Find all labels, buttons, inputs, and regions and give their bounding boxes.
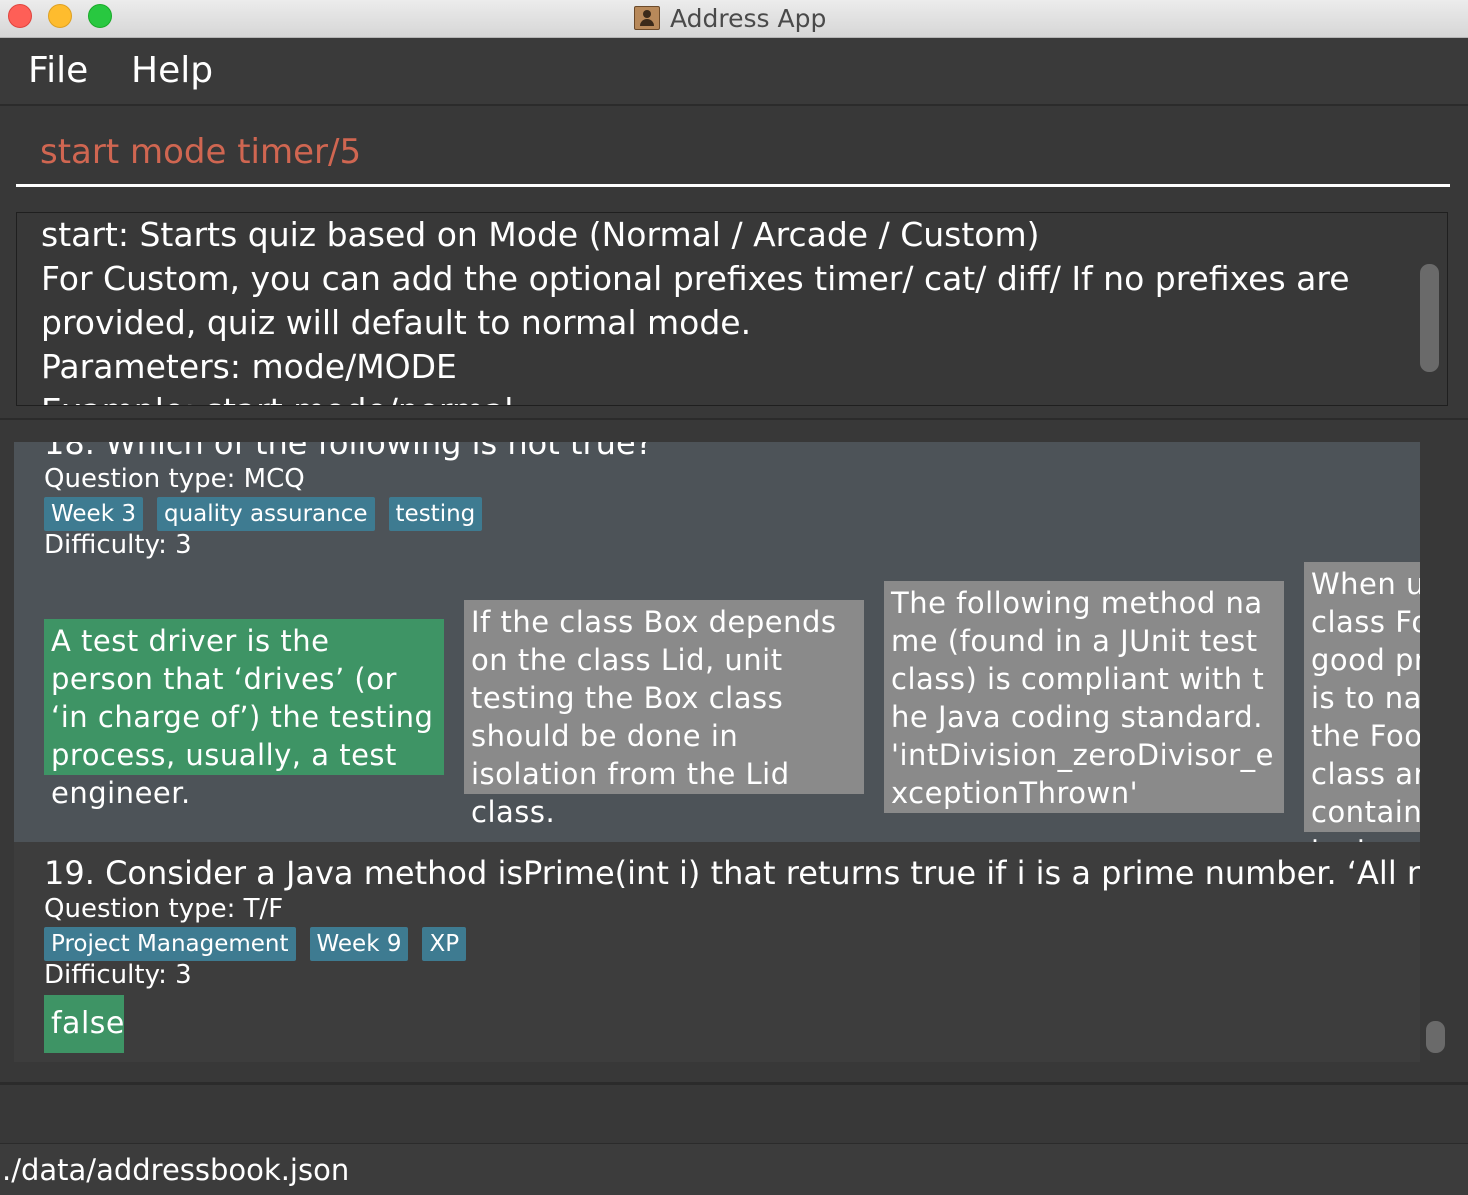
address-book-icon <box>634 6 660 30</box>
result-text: start: Starts quiz based on Mode (Normal… <box>41 213 1371 405</box>
answer-option[interactable]: The following method name (found in a JU… <box>884 581 1284 813</box>
zoom-window-button[interactable] <box>88 4 112 28</box>
command-input[interactable]: start mode timer/5 <box>40 132 361 172</box>
close-window-button[interactable] <box>8 4 32 28</box>
tag-label: Project Management <box>44 927 296 961</box>
question-card[interactable]: 18. Which of the following is not true? … <box>14 442 1420 905</box>
result-display[interactable]: start: Starts quiz based on Mode (Normal… <box>16 212 1448 406</box>
status-file-path: ./data/addressbook.json <box>2 1153 350 1187</box>
result-line: provided, quiz will default to normal mo… <box>41 303 752 342</box>
answer-option[interactable]: When using class Foo, a good practice is… <box>1304 562 1420 905</box>
menu-help[interactable]: Help <box>131 50 213 91</box>
minimize-window-button[interactable] <box>48 4 72 28</box>
question-difficulty: Difficulty: 3 <box>44 530 192 560</box>
answer-option[interactable]: If the class Box depends on the class Li… <box>464 600 864 829</box>
question-title: 19. Consider a Java method isPrime(int i… <box>44 854 1420 892</box>
menu-file[interactable]: File <box>28 50 88 91</box>
result-scrollbar-thumb[interactable] <box>1420 264 1439 372</box>
result-line: Parameters: mode/MODE <box>41 347 457 386</box>
window-title-bar: Address App <box>0 0 1468 38</box>
tag-label: testing <box>388 497 483 531</box>
question-title: 18. Which of the following is not true? <box>44 442 653 462</box>
tag-label: quality assurance <box>156 497 375 531</box>
answer-option-correct[interactable]: A test driver is the person that ‘drives… <box>44 619 444 810</box>
window-title: Address App <box>634 2 826 34</box>
question-tags: Project Management Week 9 XP <box>44 927 467 961</box>
tag-label: XP <box>422 927 467 961</box>
question-tags: Week 3 quality assurance testing <box>44 497 483 531</box>
status-bar: ./data/addressbook.json <box>0 1143 1468 1195</box>
result-line: start: Starts quiz based on Mode (Normal… <box>41 215 1040 254</box>
question-type: Question type: T/F <box>44 894 284 924</box>
question-difficulty: Difficulty: 3 <box>44 960 192 990</box>
result-line: For Custom, you can add the optional pre… <box>41 259 1350 298</box>
window-title-text: Address App <box>670 3 827 33</box>
menu-bar: File Help <box>0 38 1468 106</box>
command-input-underline <box>16 184 1450 187</box>
result-panel: start: Starts quiz based on Mode (Normal… <box>0 200 1468 420</box>
question-list[interactable]: 18. Which of the following is not true? … <box>14 442 1420 1062</box>
question-type: Question type: MCQ <box>44 464 305 494</box>
empty-panel <box>0 1085 1468 1143</box>
result-line: Example: start mode/normal <box>41 389 1371 405</box>
question-list-scrollbar-thumb[interactable] <box>1426 1021 1445 1053</box>
question-list-panel: 18. Which of the following is not true? … <box>0 422 1468 1085</box>
question-card[interactable]: 19. Consider a Java method isPrime(int i… <box>14 842 1420 1062</box>
tag-label: Week 9 <box>309 927 409 961</box>
answer-option-correct[interactable]: false <box>44 995 124 1053</box>
tag-label: Week 3 <box>44 497 143 531</box>
